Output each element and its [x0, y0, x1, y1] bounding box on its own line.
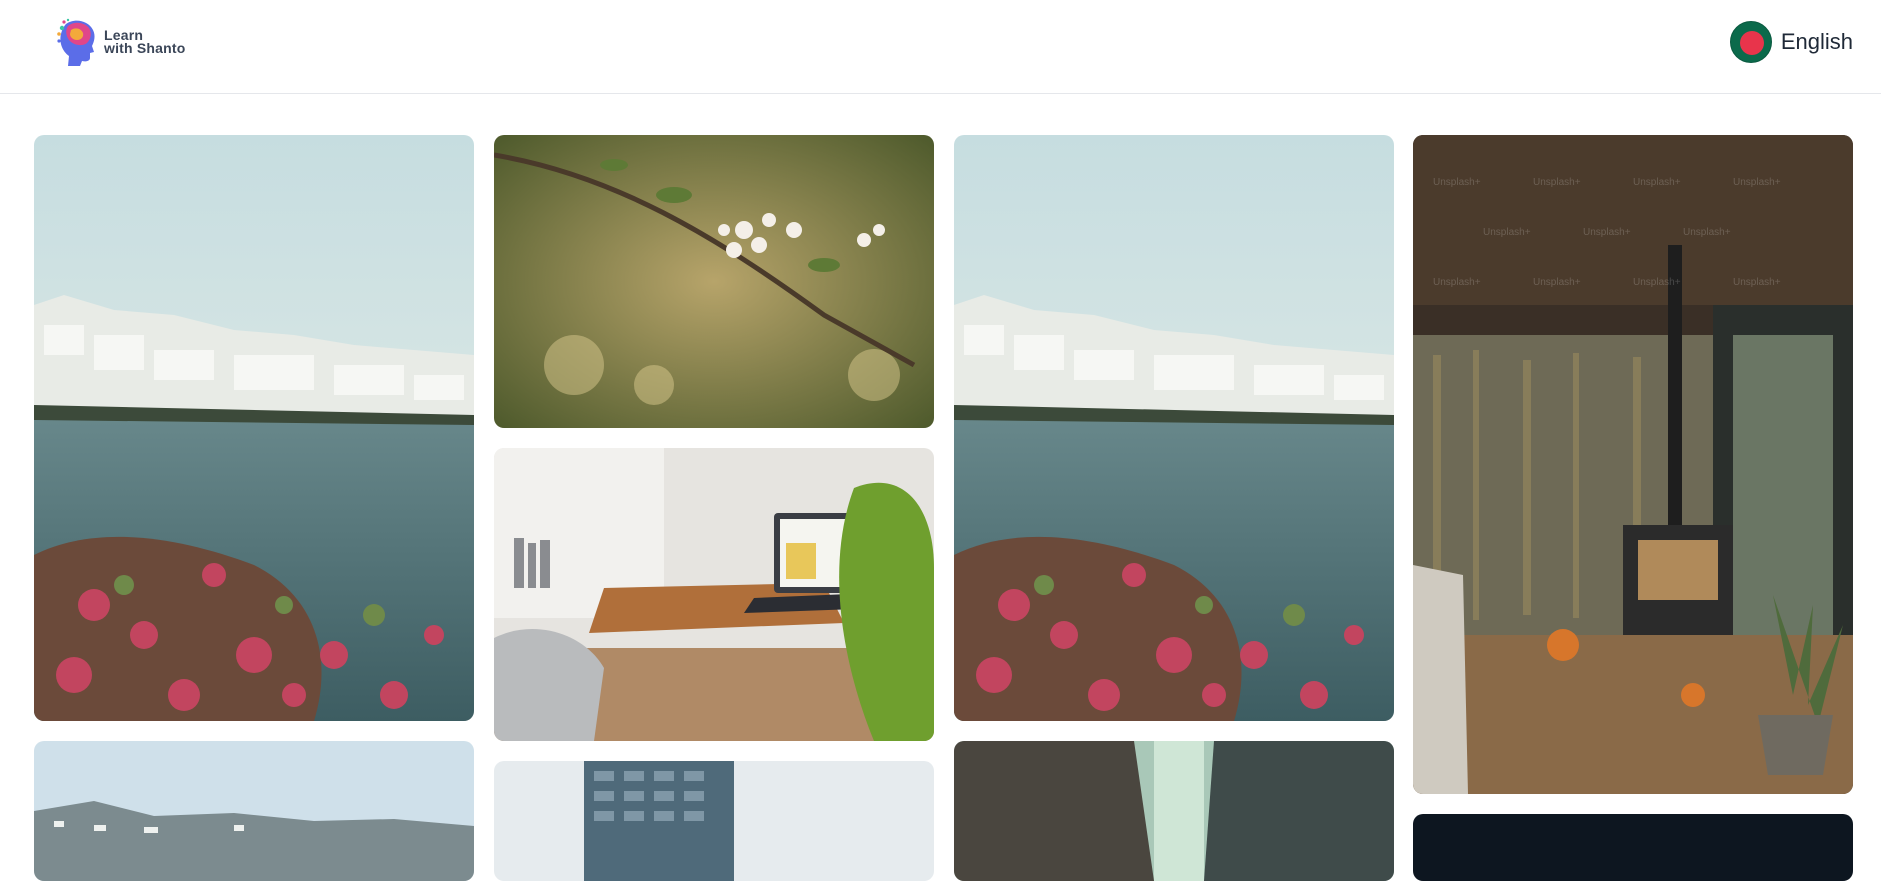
watermark-text: Unsplash+	[1733, 277, 1781, 288]
gallery-image-coastal-village-2[interactable]	[954, 135, 1394, 721]
watermark-text: Unsplash+	[1633, 277, 1681, 288]
coastal-village-image	[954, 135, 1394, 721]
gallery-image-tower-building[interactable]	[494, 761, 934, 881]
hillside-town-image	[34, 741, 474, 881]
watermark-text: Unsplash+	[1733, 177, 1781, 188]
watermark-text: Unsplash+	[1583, 227, 1631, 238]
watermark-text: Unsplash+	[1683, 227, 1731, 238]
brand-name: Learn with Shanto	[104, 28, 186, 56]
gallery-image-coastal-village-1[interactable]	[34, 135, 474, 721]
gallery-image-dark-scene[interactable]	[1413, 814, 1853, 881]
watermark-text: Unsplash+	[1433, 177, 1481, 188]
language-label: English	[1780, 29, 1853, 54]
gallery-image-city-street[interactable]	[954, 741, 1394, 881]
brand-logo[interactable]: Learn with Shanto	[56, 18, 186, 66]
dark-scene-image	[1413, 814, 1853, 881]
gallery-image-blossom-branch[interactable]	[494, 135, 934, 428]
watermark-text: Unsplash+	[1533, 277, 1581, 288]
head-profile-icon	[57, 18, 95, 66]
bangladesh-flag-icon	[1729, 21, 1772, 63]
blossom-branch-image	[494, 135, 934, 428]
tower-building-image	[494, 761, 934, 881]
gallery-image-laptop-desk[interactable]	[494, 448, 934, 741]
brand-line-2: with Shanto	[104, 40, 186, 56]
cabin-interior-image: Unsplash+ Unsplash+ Unsplash+ Unsplash+ …	[1413, 135, 1853, 794]
top-header: Learn with Shanto English	[0, 0, 1881, 94]
language-selector[interactable]: English	[1729, 21, 1853, 63]
gallery-image-hillside-town[interactable]	[34, 741, 474, 881]
watermark-text: Unsplash+	[1483, 227, 1531, 238]
watermark-text: Unsplash+	[1633, 177, 1681, 188]
coastal-village-image	[34, 135, 474, 721]
watermark-text: Unsplash+	[1433, 277, 1481, 288]
gallery-image-cabin-interior[interactable]: Unsplash+ Unsplash+ Unsplash+ Unsplash+ …	[1413, 135, 1853, 794]
watermark-text: Unsplash+	[1533, 177, 1581, 188]
city-street-image	[954, 741, 1394, 881]
laptop-desk-image	[494, 448, 934, 741]
